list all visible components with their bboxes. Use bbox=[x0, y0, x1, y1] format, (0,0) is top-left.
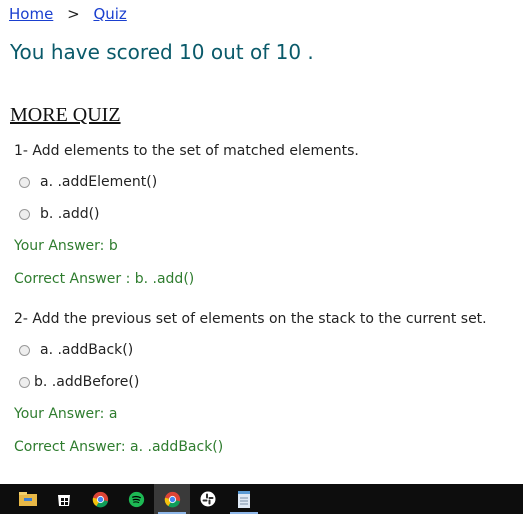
store-button[interactable] bbox=[46, 484, 82, 514]
question-1-correct-answer: Correct Answer : b. .add() bbox=[14, 271, 195, 287]
option-label: b. .add() bbox=[40, 206, 100, 222]
radio-button[interactable] bbox=[19, 176, 30, 188]
question-1-text: 1- Add elements to the set of matched el… bbox=[14, 143, 359, 159]
chrome-icon bbox=[92, 491, 108, 507]
score-heading: You have scored 10 out of 10 . bbox=[10, 40, 314, 64]
notepad-icon bbox=[238, 490, 250, 508]
chrome-button[interactable] bbox=[82, 484, 118, 514]
option-label: b. .addBefore() bbox=[34, 374, 140, 390]
breadcrumb-quiz-link[interactable]: Quiz bbox=[93, 5, 126, 23]
spotify-icon bbox=[128, 491, 144, 507]
question-2-option-a[interactable]: a. .addBack() bbox=[19, 342, 133, 358]
slack-icon bbox=[200, 491, 216, 507]
file-explorer-icon bbox=[19, 492, 37, 506]
question-1-your-answer: Your Answer: b bbox=[14, 238, 118, 254]
chrome-icon bbox=[164, 491, 180, 507]
breadcrumb-home-link[interactable]: Home bbox=[9, 5, 53, 23]
store-icon bbox=[58, 495, 70, 506]
breadcrumb: Home > Quiz bbox=[9, 5, 127, 23]
question-1-option-b[interactable]: b. .add() bbox=[19, 206, 100, 222]
chrome-active-button[interactable] bbox=[154, 484, 190, 514]
taskbar bbox=[0, 484, 523, 514]
radio-button[interactable] bbox=[19, 376, 30, 388]
option-label: a. .addElement() bbox=[40, 174, 158, 190]
slack-button[interactable] bbox=[190, 484, 226, 514]
question-1-option-a[interactable]: a. .addElement() bbox=[19, 174, 157, 190]
question-2-text: 2- Add the previous set of elements on t… bbox=[14, 311, 487, 327]
more-quiz-heading: MORE QUIZ bbox=[10, 104, 121, 126]
question-2-correct-answer: Correct Answer: a. .addBack() bbox=[14, 439, 224, 455]
file-explorer-button[interactable] bbox=[10, 484, 46, 514]
question-2-your-answer: Your Answer: a bbox=[14, 406, 118, 422]
option-label: a. .addBack() bbox=[40, 342, 134, 358]
spotify-button[interactable] bbox=[118, 484, 154, 514]
radio-button[interactable] bbox=[19, 208, 30, 220]
notepad-button[interactable] bbox=[226, 484, 262, 514]
question-2-option-b[interactable]: b. .addBefore() bbox=[19, 374, 139, 390]
radio-button[interactable] bbox=[19, 344, 30, 356]
breadcrumb-separator: > bbox=[67, 5, 80, 23]
